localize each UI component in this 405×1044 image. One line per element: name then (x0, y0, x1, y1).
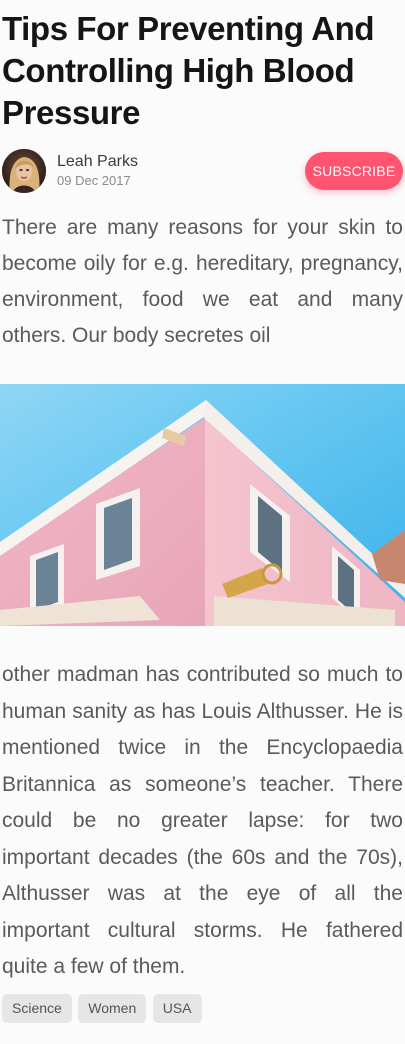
tag-science[interactable]: Science (2, 994, 72, 1023)
article-intro: There are many reasons for your skin to … (2, 216, 403, 347)
author-name[interactable]: Leah Parks (57, 152, 138, 171)
article-body: other madman has contributed so much to … (2, 663, 403, 978)
author-row: Leah Parks 09 Dec 2017 SUBSCRIBE (2, 148, 403, 194)
tag-list: Science Women USA (2, 994, 204, 1023)
tag-usa[interactable]: USA (152, 994, 202, 1023)
user-avatar-icon (2, 149, 46, 193)
author-avatar[interactable] (2, 149, 46, 193)
tag-women[interactable]: Women (78, 994, 147, 1023)
publish-date: 09 Dec 2017 (57, 173, 131, 188)
article-title: Tips For Preventing And Controlling High… (2, 10, 375, 131)
subscribe-button[interactable]: SUBSCRIBE (305, 152, 403, 190)
hero-image (0, 384, 405, 626)
pink-building-photo (0, 384, 405, 626)
article-page: Tips For Preventing And Controlling High… (0, 0, 405, 1044)
